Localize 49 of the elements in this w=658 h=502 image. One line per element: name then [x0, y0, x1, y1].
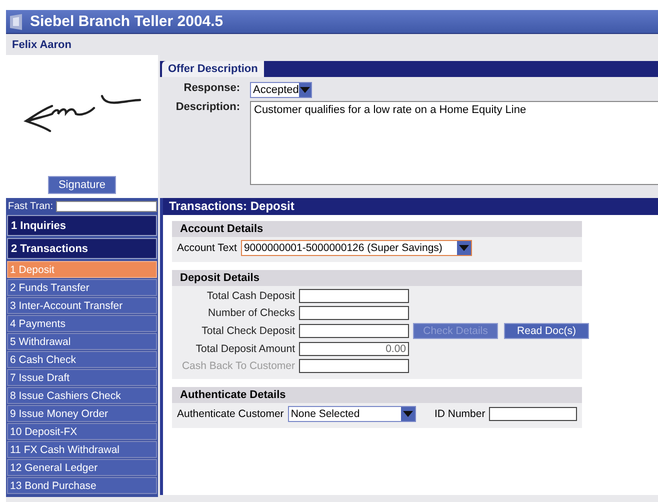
description-field[interactable]: Customer qualifies for a low rate on a Home Equity Line [250, 101, 658, 185]
menu-item[interactable]: 5 Withdrawal [7, 333, 157, 350]
menu-item[interactable]: 3 Inter-Account Transfer [7, 297, 157, 314]
field-label: Total Cash Deposit [206, 290, 295, 302]
field-label: Cash Back To Customer [180, 360, 295, 372]
authenticate-dropdown[interactable]: None Selected [288, 406, 416, 422]
dropdown-arrow-icon[interactable] [403, 411, 414, 417]
menu-item[interactable]: 9 Issue Money Order [7, 405, 157, 422]
menu-group[interactable]: 1 Inquiries [7, 215, 157, 236]
menu-group[interactable]: 2 Transactions [7, 238, 157, 259]
field-label: Account Text [177, 242, 237, 254]
input-field[interactable] [299, 306, 409, 320]
fast-tran-field[interactable] [56, 201, 157, 212]
input-field[interactable] [299, 289, 409, 303]
field-label: ID Number [434, 408, 486, 420]
response-dropdown[interactable]: Accepted [250, 82, 312, 98]
menu-item[interactable]: 7 Issue Draft [7, 369, 157, 386]
field-label: Total Deposit Amount [194, 343, 295, 355]
window-title: Siebel Branch Teller 2004.5 [30, 13, 224, 30]
field-label: Number of Checks [207, 307, 295, 319]
menu-item[interactable]: 4 Payments [7, 315, 157, 332]
section-title: Account Details [172, 221, 582, 237]
app-icon [10, 14, 24, 30]
menu-item[interactable]: 13 Bond Purchase [7, 477, 157, 494]
customer-name: Felix Aaron [12, 38, 72, 50]
menu-item[interactable]: 11 FX Cash Withdrawal [7, 441, 157, 458]
dropdown-arrow-icon[interactable] [458, 245, 469, 251]
id-number-field[interactable] [489, 407, 577, 421]
field-label: Authenticate Customer [177, 408, 284, 420]
menu-item[interactable]: 10 Deposit-FX [7, 423, 157, 440]
input-field[interactable] [299, 324, 409, 338]
section-title: Authenticate Details [172, 387, 582, 403]
field-label: Response: [182, 82, 241, 96]
menu-item[interactable]: 2 Funds Transfer [7, 279, 157, 296]
menu-item[interactable]: 6 Cash Check [7, 351, 157, 368]
section-title: Deposit Details [172, 270, 582, 286]
account-dropdown[interactable]: 9000000001-5000000126 (Super Savings) [240, 240, 472, 256]
amount-field: 0.00 [299, 342, 409, 356]
dropdown-arrow-icon[interactable] [300, 87, 310, 93]
menu-item[interactable]: 12 General Ledger [7, 459, 157, 476]
signature-button[interactable]: Signature [48, 176, 116, 194]
input-field[interactable] [299, 359, 409, 373]
field-label: Description: [174, 101, 241, 115]
field-label: Total Check Deposit [200, 325, 295, 337]
read-docs-button[interactable]: Read Doc(s) [504, 323, 589, 339]
panel-title: Transactions: Deposit [163, 198, 658, 215]
tab[interactable]: Offer Description [162, 61, 264, 77]
field-label: Fast Tran: [7, 201, 54, 212]
menu-item[interactable]: 8 Issue Cashiers Check [7, 387, 157, 404]
